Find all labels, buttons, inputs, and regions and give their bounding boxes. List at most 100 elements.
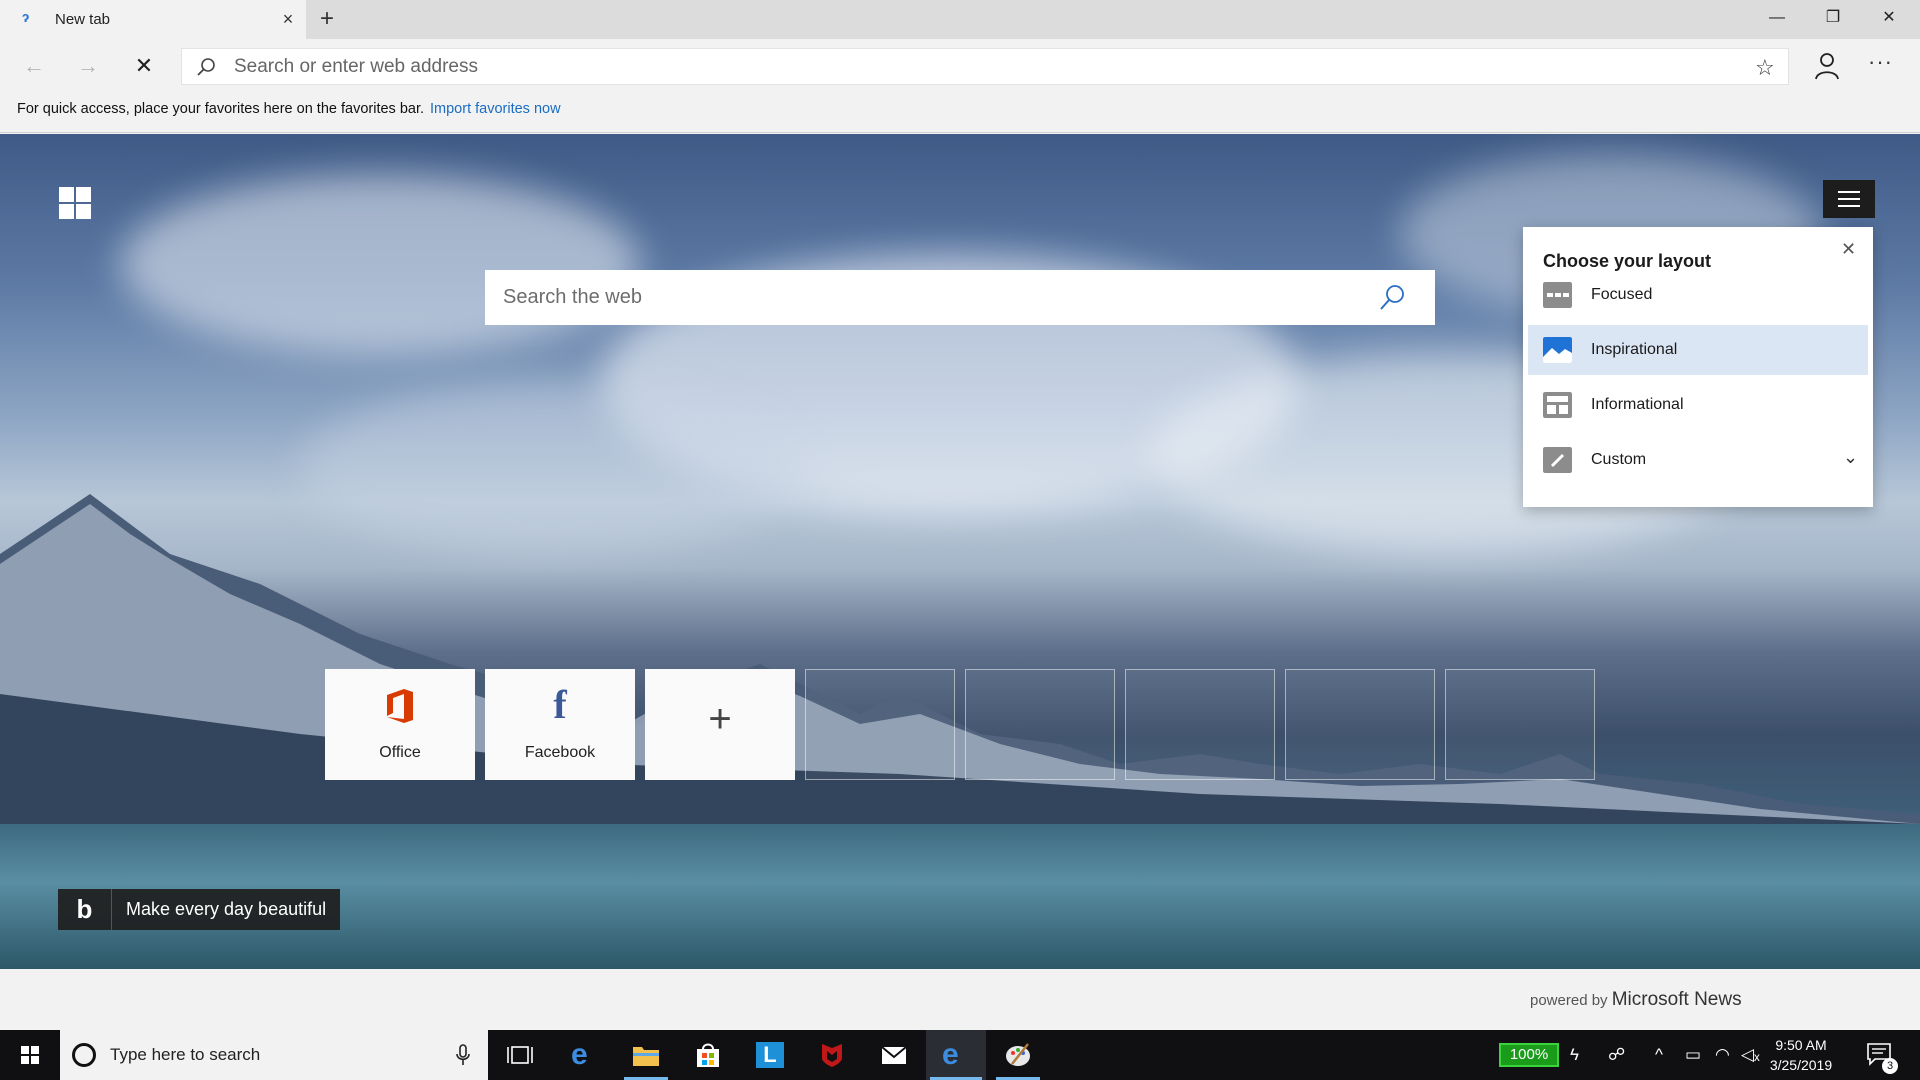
notification-count-badge: 3 xyxy=(1882,1058,1898,1074)
add-site-tile[interactable]: + xyxy=(645,669,795,780)
address-bar[interactable]: ☆ xyxy=(181,48,1789,85)
taskbar-l-app[interactable]: L xyxy=(740,1030,800,1080)
show-hidden-icons-chevron[interactable]: ^ xyxy=(1655,1045,1663,1065)
wifi-icon[interactable]: ◠ xyxy=(1715,1045,1730,1065)
edge-icon: e xyxy=(942,1038,959,1071)
web-search-input[interactable] xyxy=(503,270,1353,325)
back-button[interactable]: ← xyxy=(20,52,48,80)
store-bag-icon xyxy=(697,1043,719,1067)
option-label: Custom xyxy=(1591,451,1647,468)
layout-option-inspirational[interactable]: Inspirational xyxy=(1528,325,1868,375)
empty-site-tile[interactable] xyxy=(805,669,955,780)
battery-status-badge[interactable]: 100% xyxy=(1499,1043,1559,1067)
l-app-icon: L xyxy=(756,1042,784,1068)
start-button-windows-icon[interactable] xyxy=(0,1030,60,1080)
restore-button[interactable]: ❐ xyxy=(1805,0,1861,36)
profile-icon[interactable] xyxy=(1813,51,1841,81)
search-icon[interactable] xyxy=(1377,283,1407,313)
powered-by: powered by Microsoft News xyxy=(1530,989,1742,1011)
title-bar: ɂ New tab × + — ❐ ✕ xyxy=(0,0,1920,39)
taskbar-search-placeholder: Type here to search xyxy=(110,1045,261,1064)
chevron-down-icon[interactable]: ⌄ xyxy=(1843,447,1858,468)
windows-taskbar: Type here to search e L e 100% ϟ ☍ ^ ▭ ◠… xyxy=(0,1030,1920,1080)
panel-title: Choose your layout xyxy=(1543,251,1712,271)
import-favorites-link[interactable]: Import favorites now xyxy=(430,101,561,117)
tab-new-tab[interactable]: ɂ New tab × xyxy=(0,0,306,39)
battery-icon[interactable]: ▭ xyxy=(1685,1045,1701,1065)
tile-label: Office xyxy=(379,744,421,761)
cortana-icon xyxy=(72,1043,96,1067)
taskbar-edge[interactable]: e xyxy=(555,1030,615,1080)
task-view-button[interactable] xyxy=(490,1030,550,1080)
office-logo-icon xyxy=(387,689,413,723)
focused-layout-icon xyxy=(1543,282,1572,308)
bing-image-badge[interactable]: b Make every day beautiful xyxy=(58,889,341,930)
option-label: Focused xyxy=(1591,286,1653,303)
taskbar-search-box[interactable]: Type here to search xyxy=(60,1030,488,1080)
new-tab-button[interactable]: + xyxy=(314,6,340,32)
favorites-bar: For quick access, place your favorites h… xyxy=(0,93,1920,133)
layout-option-custom[interactable]: Custom ⌄ xyxy=(1528,435,1868,485)
forward-button[interactable]: → xyxy=(74,52,102,80)
favorite-star-icon[interactable]: ☆ xyxy=(1755,55,1775,81)
close-window-button[interactable]: ✕ xyxy=(1861,0,1917,36)
pencil-icon xyxy=(1543,447,1572,473)
empty-site-tile[interactable] xyxy=(1445,669,1595,780)
taskbar-mail[interactable] xyxy=(864,1030,924,1080)
taskbar-clock[interactable]: 9:50 AM 3/25/2019 xyxy=(1756,1035,1846,1075)
bing-logo-icon: b xyxy=(58,889,112,930)
inspirational-layout-icon xyxy=(1543,337,1572,363)
people-icon[interactable]: ☍ xyxy=(1608,1045,1625,1065)
search-icon xyxy=(197,58,215,76)
mail-envelope-icon xyxy=(881,1046,907,1064)
powered-by-prefix: powered by xyxy=(1530,992,1608,1009)
news-footer: powered by Microsoft News xyxy=(0,969,1920,1030)
page-settings-hamburger-button[interactable] xyxy=(1823,180,1875,218)
tab-title: New tab xyxy=(55,11,111,28)
plus-icon: + xyxy=(708,697,732,741)
top-site-tile-office[interactable]: Office xyxy=(325,669,475,780)
web-search-box[interactable] xyxy=(485,270,1435,325)
windows-logo-icon xyxy=(59,187,91,219)
taskbar-paint-app[interactable] xyxy=(988,1030,1048,1080)
new-tab-page: Choose your layout ✕ Focused Inspiration… xyxy=(0,134,1920,969)
folder-icon xyxy=(633,1047,659,1066)
taskbar-edge-active[interactable]: e xyxy=(926,1030,986,1080)
empty-site-tile[interactable] xyxy=(965,669,1115,780)
empty-site-tile[interactable] xyxy=(1285,669,1435,780)
favorites-hint-text: For quick access, place your favorites h… xyxy=(17,101,425,117)
microsoft-news-link[interactable]: Microsoft News xyxy=(1612,989,1742,1010)
minimize-button[interactable]: — xyxy=(1749,0,1805,36)
microphone-icon[interactable] xyxy=(456,1044,470,1066)
taskbar-file-explorer[interactable] xyxy=(616,1030,676,1080)
close-tab-icon[interactable]: × xyxy=(278,9,298,29)
option-label: Informational xyxy=(1591,396,1684,413)
facebook-logo-icon: f xyxy=(553,682,567,727)
settings-more-button[interactable]: ··· xyxy=(1868,49,1893,75)
address-input[interactable] xyxy=(234,49,1684,84)
tile-label: Facebook xyxy=(524,744,596,761)
close-icon[interactable]: ✕ xyxy=(1841,239,1856,260)
power-plug-icon[interactable]: ϟ xyxy=(1570,1045,1579,1065)
bing-badge-text: Make every day beautiful xyxy=(126,899,327,919)
clock-date: 3/25/2019 xyxy=(1769,1057,1833,1073)
task-view-icon xyxy=(507,1046,533,1064)
edge-tab-icon: ɂ xyxy=(22,9,30,26)
navigation-bar: ← → ✕ ☆ ··· xyxy=(0,39,1920,93)
taskbar-mcafee[interactable] xyxy=(802,1030,862,1080)
top-site-tile-facebook[interactable]: f Facebook xyxy=(485,669,635,780)
cloud-shape xyxy=(120,174,640,354)
paint-palette-icon xyxy=(1006,1043,1030,1066)
choose-layout-panel: Choose your layout ✕ Focused Inspiration… xyxy=(1523,227,1873,507)
mcafee-shield-icon xyxy=(822,1044,842,1067)
option-label: Inspirational xyxy=(1591,341,1678,358)
stop-loading-button[interactable]: ✕ xyxy=(130,52,158,80)
layout-option-informational[interactable]: Informational xyxy=(1528,380,1868,430)
favorites-bar-message: For quick access, place your favorites h… xyxy=(17,101,561,117)
empty-site-tile[interactable] xyxy=(1125,669,1275,780)
clock-time: 9:50 AM xyxy=(1775,1037,1827,1053)
taskbar-store[interactable] xyxy=(678,1030,738,1080)
informational-layout-icon xyxy=(1543,392,1572,418)
layout-option-focused[interactable]: Focused xyxy=(1528,270,1868,320)
edge-icon: e xyxy=(571,1038,588,1071)
